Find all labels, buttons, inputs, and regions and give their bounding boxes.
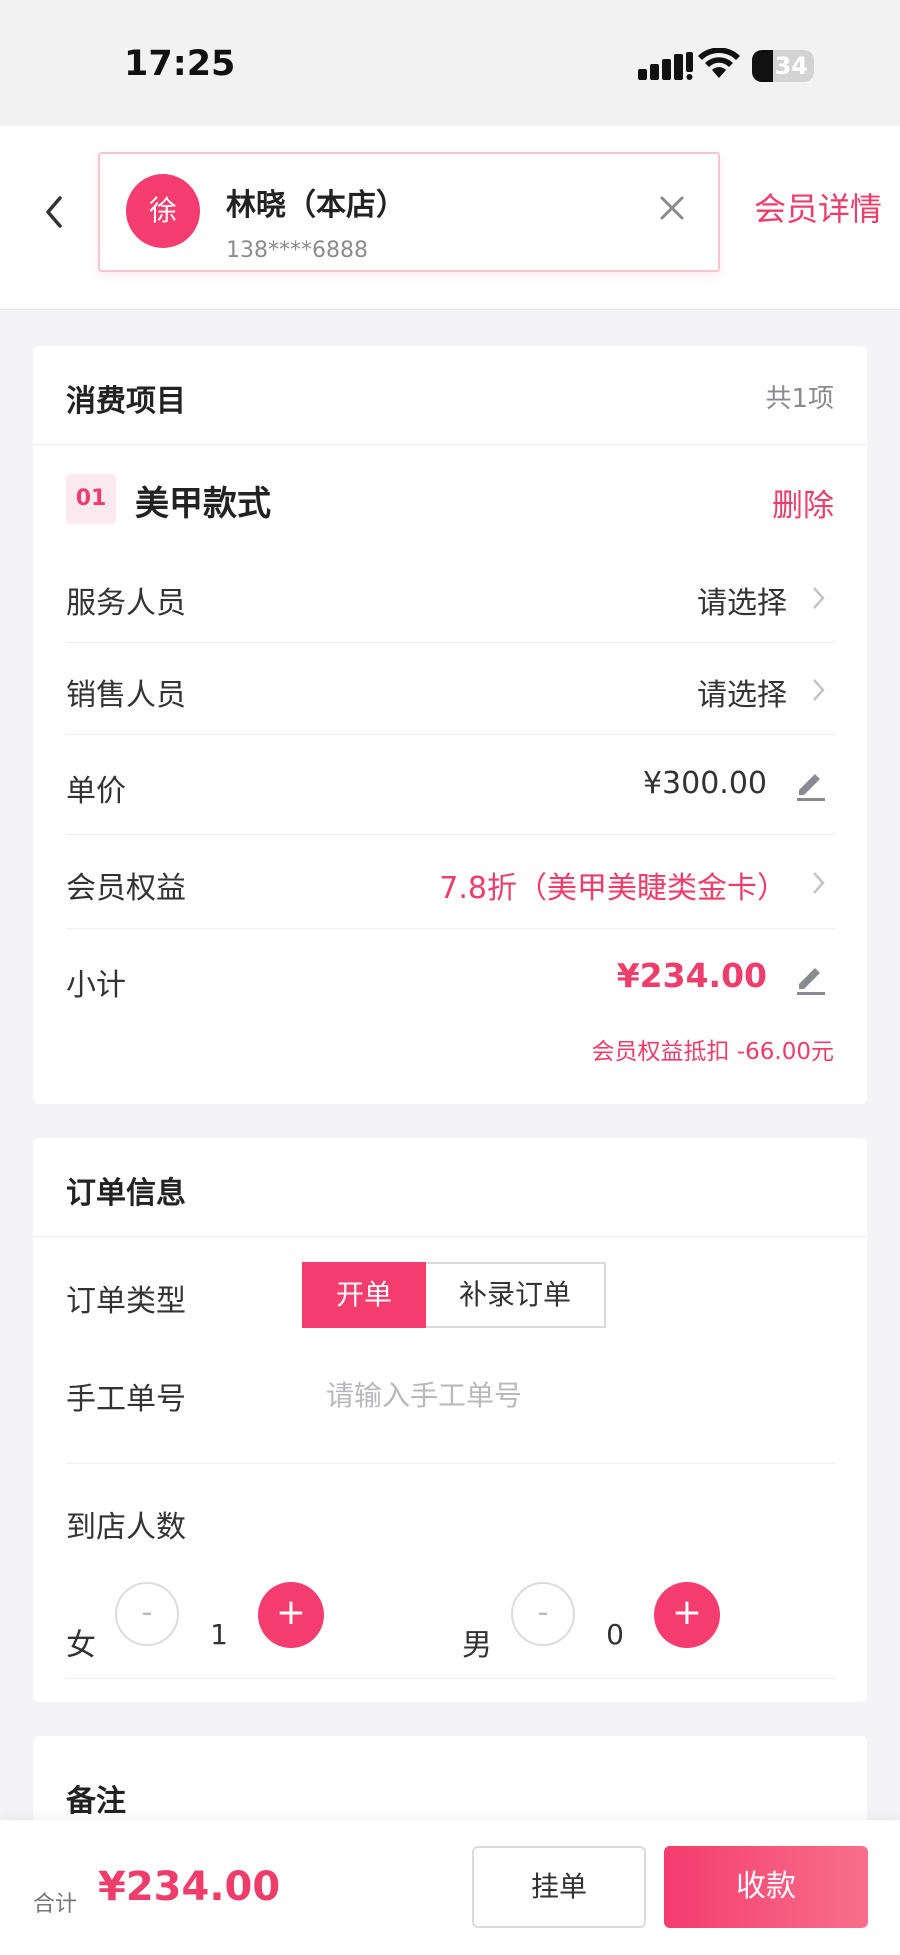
battery-icon: 34 (752, 50, 814, 82)
status-time: 17:25 (124, 44, 236, 84)
male-minus-button[interactable]: - (511, 1582, 575, 1646)
female-plus-button[interactable]: + (258, 1582, 324, 1648)
subtotal-value: ¥234.00 (616, 956, 767, 995)
service-staff-value: 请选择 (697, 586, 787, 621)
divider (66, 642, 834, 643)
discount-note: 会员权益抵扣 -66.00元 (591, 1039, 834, 1065)
item-name: 美甲款式 (135, 484, 271, 524)
chevron-right-icon (813, 587, 825, 609)
member-phone: 138****6888 (226, 238, 368, 263)
row-label: 单价 (66, 774, 126, 809)
divider (66, 1678, 834, 1679)
wifi-icon (698, 48, 740, 78)
row-label: 会员权益 (66, 871, 186, 906)
total-label: 合计 (33, 1892, 78, 1917)
consumption-items-card: 消费项目 共1项 01 美甲款式 删除 服务人员 请选择 销售人员 请选择 单价… (33, 346, 867, 1104)
divider (66, 834, 834, 835)
row-label: 到店人数 (66, 1510, 186, 1545)
member-benefit-value: 7.8折（美甲美睫类金卡） (439, 871, 787, 906)
delete-item-button[interactable]: 删除 (772, 480, 834, 525)
manual-number-input[interactable]: 请输入手工单号 (326, 1374, 522, 1414)
row-label: 服务人员 (66, 586, 186, 621)
back-arrow-icon[interactable] (38, 188, 70, 236)
male-count: 0 (606, 1618, 624, 1651)
female-count: 1 (210, 1618, 228, 1651)
order-type-open-option[interactable]: 开单 (302, 1262, 426, 1328)
edit-pencil-icon[interactable] (793, 766, 829, 802)
member-name: 林晓（本店） (226, 188, 406, 223)
order-info-card: 订单信息 订单类型 开单 补录订单 手工单号 请输入手工单号 到店人数 女 - … (33, 1138, 867, 1702)
status-bar: 17:25 34 (0, 0, 900, 126)
row-label: 手工单号 (66, 1382, 186, 1417)
male-plus-button[interactable]: + (654, 1582, 720, 1648)
section-title: 消费项目 (66, 384, 186, 419)
bottom-action-bar: 合计 ¥234.00 挂单 收款 (0, 1820, 900, 1955)
cellular-signal-icon (638, 52, 693, 80)
total-value: ¥234.00 (98, 1864, 281, 1910)
member-header: 徐 林晓（本店） 138****6888 会员详情 (0, 126, 900, 310)
female-label: 女 (66, 1628, 96, 1663)
row-label: 小计 (66, 968, 126, 1003)
male-label: 男 (462, 1628, 492, 1663)
divider (66, 734, 834, 735)
row-label: 销售人员 (66, 678, 186, 713)
sales-staff-value: 请选择 (697, 678, 787, 713)
item-count: 共1项 (765, 384, 834, 414)
divider (66, 1463, 834, 1464)
battery-level: 34 (774, 52, 808, 80)
hold-order-button[interactable]: 挂单 (472, 1846, 646, 1928)
section-title: 订单信息 (66, 1176, 186, 1211)
divider (33, 444, 867, 445)
edit-pencil-icon[interactable] (793, 960, 829, 996)
checkout-button[interactable]: 收款 (664, 1846, 868, 1928)
divider (66, 928, 834, 929)
chevron-right-icon (813, 679, 825, 701)
member-card[interactable]: 徐 林晓（本店） 138****6888 (98, 152, 720, 272)
member-detail-link[interactable]: 会员详情 (754, 184, 882, 230)
divider (33, 1236, 867, 1237)
avatar: 徐 (126, 174, 200, 248)
female-minus-button[interactable]: - (115, 1582, 179, 1646)
row-label: 订单类型 (66, 1284, 186, 1319)
item-index-badge: 01 (66, 474, 116, 524)
unit-price-value: ¥300.00 (642, 766, 767, 801)
section-title: 备注 (66, 1784, 126, 1819)
order-type-backfill-option[interactable]: 补录订单 (426, 1262, 606, 1328)
close-icon[interactable] (654, 190, 690, 226)
chevron-right-icon (813, 872, 825, 894)
